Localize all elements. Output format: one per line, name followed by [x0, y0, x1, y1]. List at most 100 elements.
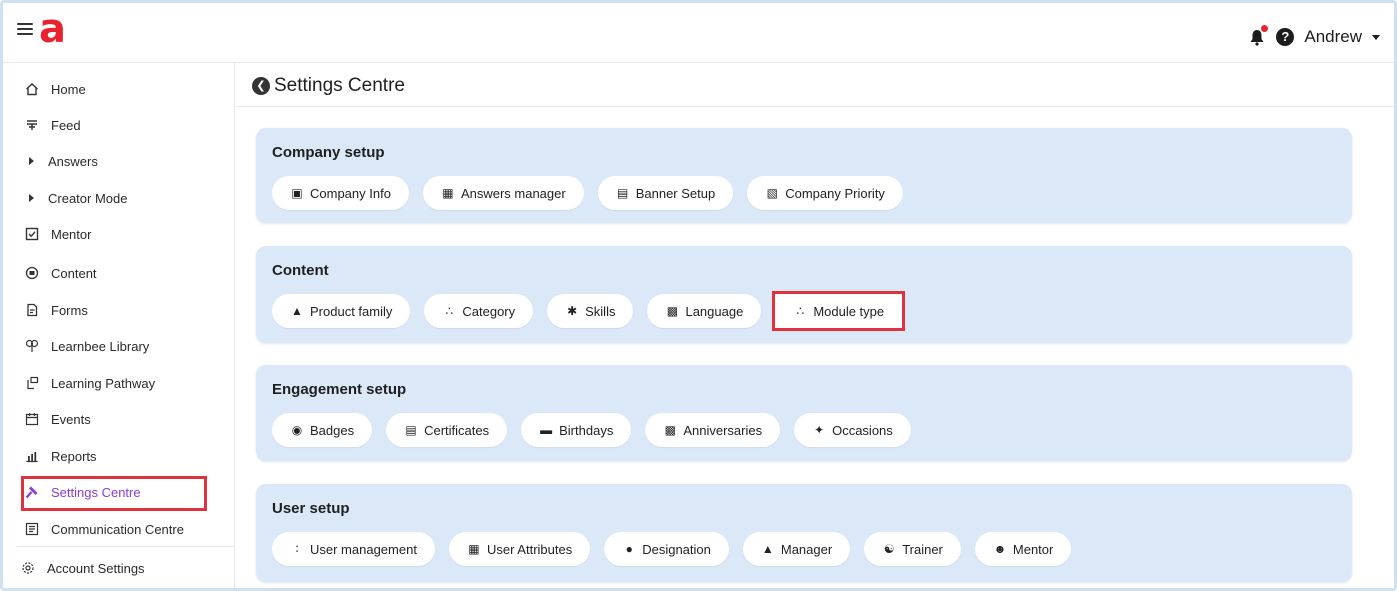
app-logo[interactable]: a	[39, 9, 66, 49]
chip-label: Manager	[780, 541, 833, 557]
designation-button[interactable]: ● Designation	[604, 532, 729, 566]
badge-icon: ◉	[291, 423, 303, 437]
sidebar-item-forms[interactable]: Forms	[25, 297, 88, 323]
page-header: ❮ Settings Centre	[236, 63, 1394, 107]
hammer-icon	[25, 486, 38, 499]
chip-label: Designation	[642, 541, 711, 557]
cake-icon: ▬	[540, 423, 553, 437]
chevron-right-icon	[29, 194, 34, 202]
sidebar-item-feed[interactable]: Feed	[25, 112, 81, 138]
chip-row: ▲ Product family ∴ Category ✱ Skills ▩ Langu…	[272, 291, 906, 331]
trainer-button[interactable]: ☯ Trainer	[864, 532, 961, 566]
user-name[interactable]: Andrew	[1304, 27, 1362, 47]
language-icon: ▩	[666, 304, 679, 318]
sidebar-item-account-settings[interactable]: Account Settings	[21, 555, 145, 581]
answers-manager-button[interactable]: ▦ Answers manager	[422, 176, 584, 210]
sidebar-item-label: Learning Pathway	[51, 375, 156, 391]
chip-label: Company Info	[310, 185, 391, 201]
skills-button[interactable]: ✱ Skills	[547, 294, 634, 328]
section-title: Content	[272, 262, 329, 279]
hamburger-menu-icon[interactable]	[17, 23, 33, 35]
chip-label: Company Priority	[785, 185, 885, 201]
user-management-button[interactable]: ∶ User management	[272, 532, 435, 566]
sidebar-item-label: Content	[51, 265, 97, 281]
library-icon	[25, 339, 39, 352]
mentor-icon: ☻	[993, 542, 1007, 556]
grid-icon: ▦	[442, 186, 454, 200]
sidebar-item-creator-mode[interactable]: Creator Mode	[29, 185, 127, 211]
chip-label: Occasions	[832, 422, 893, 438]
sidebar-item-label: Creator Mode	[48, 190, 128, 206]
sidebar-item-learning-pathway[interactable]: Learning Pathway	[25, 370, 155, 396]
sidebar-item-label: Mentor	[51, 226, 92, 242]
chip-row: ◉ Badges ▤ Certificates ▬ Birthdays ▩ Annive…	[272, 413, 911, 447]
product-family-button[interactable]: ▲ Product family	[272, 294, 411, 328]
sidebar-item-learnbee-library[interactable]: Learnbee Library	[25, 333, 149, 359]
sidebar-item-label: Events	[51, 411, 91, 427]
sidebar-item-communication-centre[interactable]: Communication Centre	[25, 516, 184, 542]
chip-label: Module type	[813, 303, 885, 319]
chevron-down-icon[interactable]	[1372, 34, 1380, 40]
checkbox-icon	[25, 227, 39, 241]
notification-bell-icon[interactable]	[1248, 25, 1269, 46]
chip-label: Trainer	[902, 541, 943, 557]
occasions-button[interactable]: ✦ Occasions	[794, 413, 911, 447]
chip-label: User Attributes	[486, 541, 573, 557]
sidebar-item-label: Forms	[51, 302, 88, 318]
category-button[interactable]: ∴ Category	[424, 294, 534, 328]
attributes-icon: ▦	[468, 542, 480, 556]
user-attributes-button[interactable]: ▦ User Attributes	[448, 532, 591, 566]
calendar-icon	[25, 413, 39, 426]
designation-icon: ●	[625, 542, 633, 556]
section-title: Engagement setup	[272, 381, 407, 398]
sidebar: Home Feed Answers Creator Mode Mentor Co…	[3, 63, 235, 588]
chip-row: ▣ Company Info ▦ Answers manager ▤ Banner S…	[272, 176, 903, 210]
section-company-setup: Company setup ▣ Company Info ▦ Answers man…	[256, 128, 1352, 223]
company-info-button[interactable]: ▣ Company Info	[272, 176, 409, 210]
sidebar-item-mentor[interactable]: Mentor	[25, 221, 91, 247]
sidebar-item-label: Learnbee Library	[51, 338, 150, 354]
gift-icon: ▩	[664, 423, 676, 437]
puzzle-icon: ✱	[567, 304, 578, 318]
chip-label: Anniversaries	[683, 422, 763, 438]
sidebar-item-content[interactable]: Content	[25, 260, 97, 286]
priority-icon: ▧	[766, 186, 778, 200]
sidebar-item-answers[interactable]: Answers	[29, 148, 98, 174]
section-user-setup: User setup ∶ User management ▦ User Attrib…	[256, 484, 1352, 582]
certificates-button[interactable]: ▤ Certificates	[386, 413, 508, 447]
party-icon: ✦	[814, 423, 825, 437]
category-icon: ∴	[445, 304, 454, 318]
module-type-button[interactable]: ∴ Module type	[772, 291, 906, 331]
sidebar-item-label: Feed	[51, 117, 81, 133]
chevron-right-icon	[29, 157, 34, 165]
sidebar-item-label: Answers	[48, 153, 98, 169]
page-title: Settings Centre	[274, 75, 405, 96]
forms-icon	[27, 303, 38, 317]
sidebar-divider	[17, 546, 234, 547]
manager-button[interactable]: ▲ Manager	[742, 532, 851, 566]
chip-label: User management	[310, 541, 417, 557]
section-title: User setup	[272, 500, 350, 517]
manager-icon: ▲	[761, 542, 774, 556]
monitor-icon: ▣	[291, 186, 303, 200]
sidebar-item-home[interactable]: Home	[25, 76, 86, 102]
help-icon[interactable]: ?	[1276, 28, 1295, 46]
trainer-icon: ☯	[883, 542, 895, 556]
certificate-icon: ▤	[405, 423, 417, 437]
sidebar-item-label: Reports	[51, 448, 97, 464]
reports-icon	[26, 452, 38, 463]
sidebar-item-settings-centre[interactable]: Settings Centre	[25, 479, 141, 505]
sidebar-item-reports[interactable]: Reports	[25, 443, 97, 469]
banner-setup-button[interactable]: ▤ Banner Setup	[597, 176, 734, 210]
sidebar-item-events[interactable]: Events	[25, 406, 91, 432]
app-window: a ? Andrew Home Feed Answers Creator Mod…	[0, 0, 1397, 591]
company-priority-button[interactable]: ▧ Company Priority	[747, 176, 903, 210]
language-button[interactable]: ▩ Language	[647, 294, 762, 328]
modules-icon: ∴	[796, 304, 805, 318]
anniversaries-button[interactable]: ▩ Anniversaries	[645, 413, 781, 447]
back-arrow-icon[interactable]: ❮	[252, 77, 270, 95]
mentor-button[interactable]: ☻ Mentor	[974, 532, 1072, 566]
badges-button[interactable]: ◉ Badges	[272, 413, 373, 447]
birthdays-button[interactable]: ▬ Birthdays	[521, 413, 632, 447]
feed-icon	[27, 120, 37, 130]
